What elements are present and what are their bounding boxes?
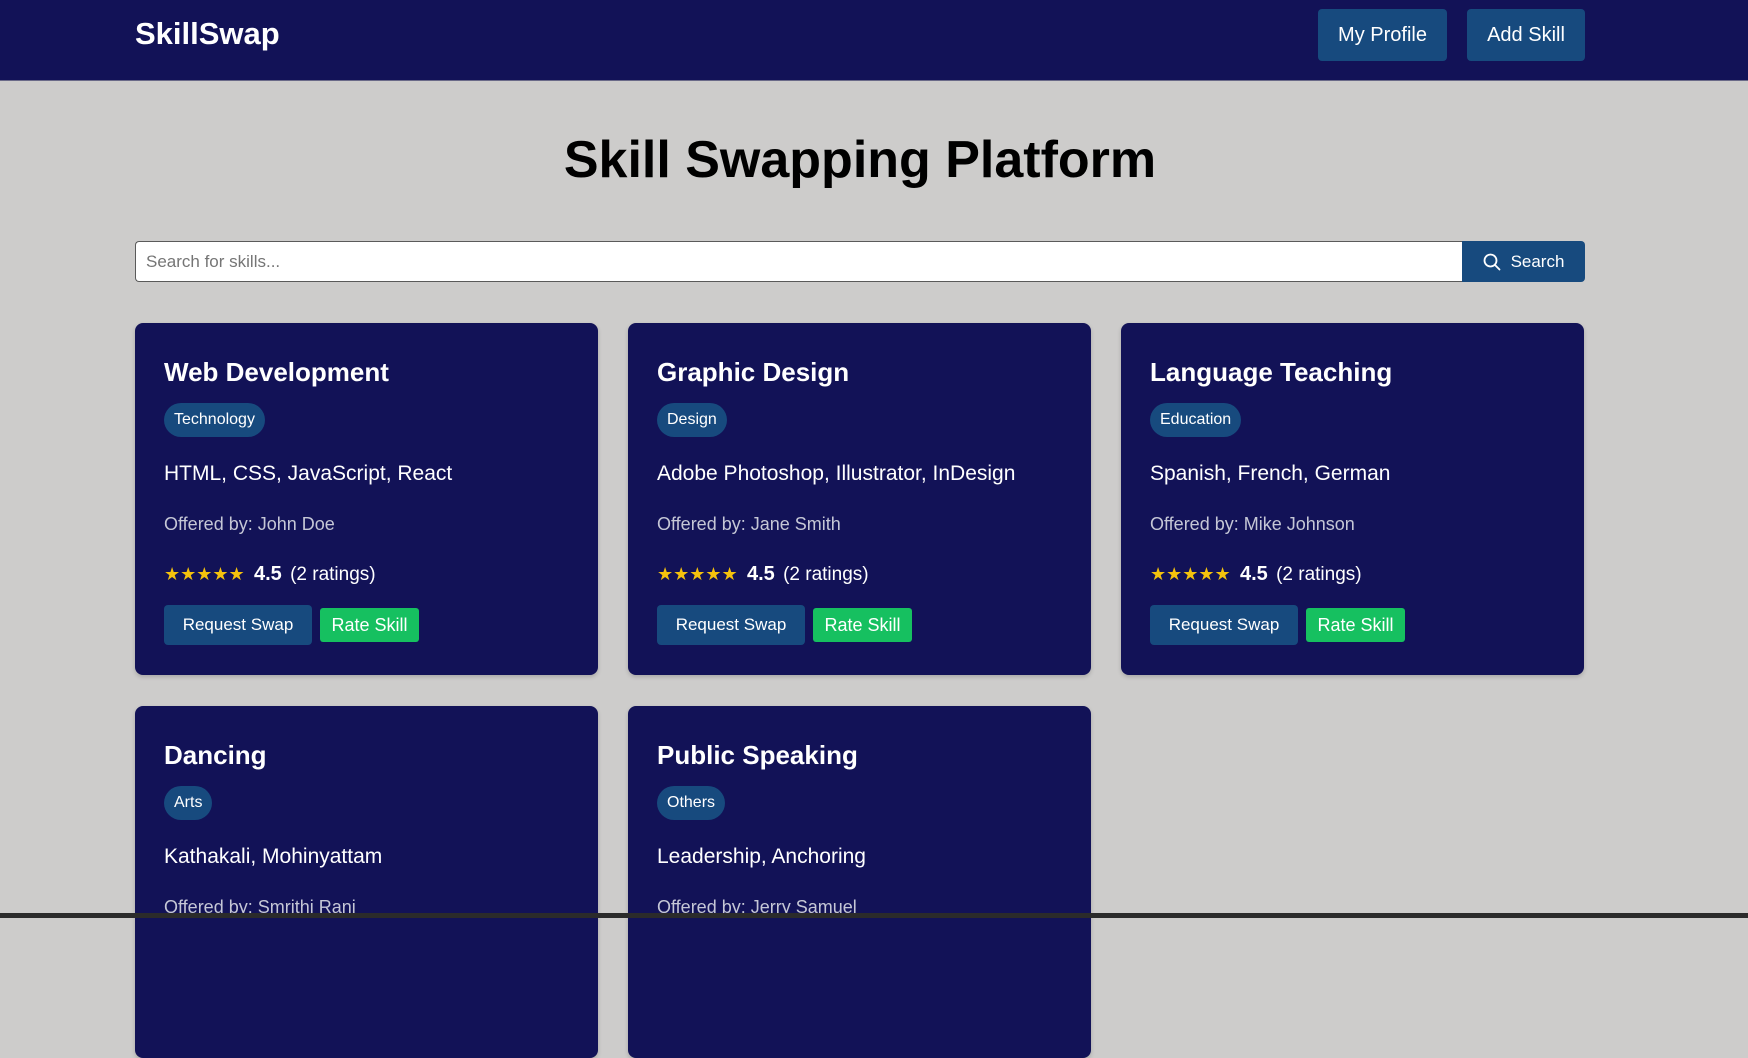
category-badge: Technology xyxy=(164,403,265,437)
add-skill-button[interactable]: Add Skill xyxy=(1467,9,1585,61)
rating-count: (2 ratings) xyxy=(783,564,869,585)
rating-value: 4.5 xyxy=(746,563,775,585)
rating-value: 4.5 xyxy=(253,563,282,585)
category-badge: Arts xyxy=(164,786,213,820)
offered-by: Offered by: Jane Smith xyxy=(657,514,841,534)
skill-card: Language Teaching Education Spanish, Fre… xyxy=(1121,323,1584,675)
star-rating-icon: ★★★★★ xyxy=(657,564,738,584)
category-badge: Others xyxy=(657,786,726,820)
skill-card: Web Development Technology HTML, CSS, Ja… xyxy=(135,323,598,675)
skill-card: Public Speaking Others Leadership, Ancho… xyxy=(628,706,1091,1058)
request-swap-button[interactable]: Request Swap xyxy=(164,605,312,645)
skill-title: Dancing xyxy=(164,740,267,770)
search-icon xyxy=(1483,253,1501,271)
navbar: SkillSwap My Profile Add Skill xyxy=(0,0,1748,81)
category-badge: Design xyxy=(657,403,727,437)
star-rating-icon: ★★★★★ xyxy=(164,564,245,584)
skill-card: Graphic Design Design Adobe Photoshop, I… xyxy=(628,323,1091,675)
rating: ★★★★★ 4.5 (2 ratings) xyxy=(164,562,376,587)
offered-by: Offered by: John Doe xyxy=(164,514,335,534)
search-input[interactable] xyxy=(135,241,1462,282)
rate-skill-button[interactable]: Rate Skill xyxy=(1306,608,1405,642)
skill-list: HTML, CSS, JavaScript, React xyxy=(164,462,453,485)
rating-count: (2 ratings) xyxy=(1276,564,1362,585)
skill-title: Web Development xyxy=(164,357,389,387)
brand-logo[interactable]: SkillSwap xyxy=(135,16,280,52)
skill-card: Dancing Arts Kathakali, Mohinyattam Offe… xyxy=(135,706,598,1058)
search-button-label: Search xyxy=(1510,251,1565,271)
skill-title: Graphic Design xyxy=(657,357,850,387)
rating-count: (2 ratings) xyxy=(290,564,376,585)
my-profile-button[interactable]: My Profile xyxy=(1318,9,1447,61)
skill-list: Adobe Photoshop, Illustrator, InDesign xyxy=(657,462,1016,485)
skill-title: Public Speaking xyxy=(657,740,858,770)
page-title: Skill Swapping Platform xyxy=(563,131,1157,189)
skill-list: Spanish, French, German xyxy=(1150,462,1391,485)
skill-list: Leadership, Anchoring xyxy=(657,845,866,868)
offered-by: Offered by: Mike Johnson xyxy=(1150,514,1355,534)
request-swap-button[interactable]: Request Swap xyxy=(1150,605,1298,645)
rate-skill-button[interactable]: Rate Skill xyxy=(813,608,912,642)
rating-value: 4.5 xyxy=(1239,563,1268,585)
category-badge: Education xyxy=(1150,403,1242,437)
rating: ★★★★★ 4.5 (2 ratings) xyxy=(1150,562,1362,587)
skill-list: Kathakali, Mohinyattam xyxy=(164,845,383,868)
skill-title: Language Teaching xyxy=(1150,357,1393,387)
star-rating-icon: ★★★★★ xyxy=(1150,564,1231,584)
search-button[interactable]: Search xyxy=(1462,241,1585,282)
request-swap-button[interactable]: Request Swap xyxy=(657,605,805,645)
rating: ★★★★★ 4.5 (2 ratings) xyxy=(657,562,869,587)
window-bottom-edge xyxy=(0,913,1748,918)
rate-skill-button[interactable]: Rate Skill xyxy=(320,608,419,642)
